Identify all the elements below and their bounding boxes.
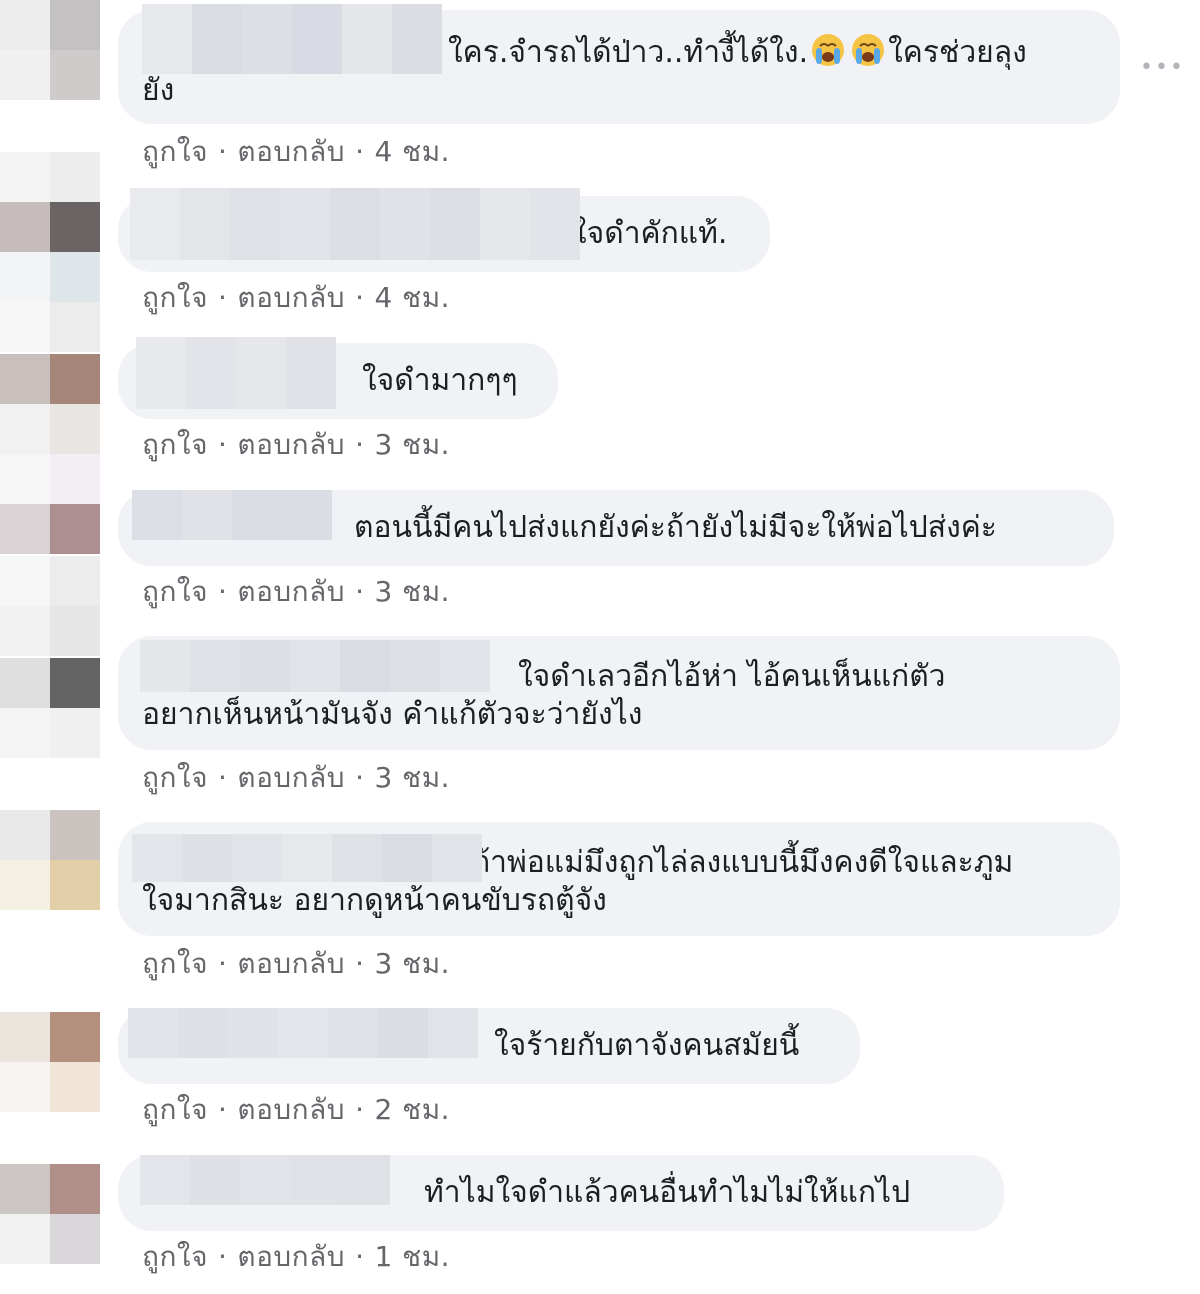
avatar[interactable] bbox=[0, 810, 100, 910]
comment-bubble: ใจดำเลวอีกไอ้ห่า ไอ้คนเห็นแก่ตัว อยากเห็… bbox=[118, 636, 1120, 750]
like-link[interactable]: ถูกใจ bbox=[142, 1235, 208, 1279]
avatar[interactable] bbox=[0, 1012, 100, 1112]
comment-timestamp[interactable]: 3 ชม. bbox=[374, 756, 450, 800]
commenter-name-redacted[interactable] bbox=[128, 1008, 478, 1058]
comment-actions: ถูกใจ · ตอบกลับ · 3 ชม. bbox=[142, 570, 450, 614]
like-link[interactable]: ถูกใจ bbox=[142, 570, 208, 614]
comment-bubble: ใคร.จำรถได้ป่าว..ทำงี้ได้ใง. ใครช่วยลุง ย… bbox=[118, 4, 1120, 124]
comment-actions: ถูกใจ · ตอบกลับ · 4 ชม. bbox=[142, 276, 450, 320]
reply-link[interactable]: ตอบกลับ bbox=[237, 1235, 345, 1279]
comment: ใคร.จำรถได้ป่าว..ทำงี้ได้ใง. ใครช่วยลุง ย… bbox=[118, 4, 1120, 168]
commenter-name-redacted[interactable] bbox=[132, 834, 482, 882]
comment-actions: ถูกใจ · ตอบกลับ · 4 ชม. bbox=[142, 130, 450, 174]
avatar[interactable] bbox=[0, 0, 100, 100]
avatar[interactable] bbox=[0, 454, 100, 554]
comment-timestamp[interactable]: 2 ชม. bbox=[374, 1088, 450, 1132]
comment-text-line2: อยากเห็นหน้ามันจัง คำแก้ตัวจะว่ายังไง bbox=[142, 697, 643, 732]
like-link[interactable]: ถูกใจ bbox=[142, 130, 208, 174]
comment: ใจดำคักแท้. ถูกใจ · ตอบกลับ · 4 ชม. bbox=[118, 188, 770, 314]
avatar-column bbox=[0, 0, 100, 1294]
reply-link[interactable]: ตอบกลับ bbox=[237, 423, 345, 467]
comment-bubble: ใจดำคักแท้. bbox=[118, 188, 770, 272]
like-link[interactable]: ถูกใจ bbox=[142, 423, 208, 467]
avatar[interactable] bbox=[0, 658, 100, 758]
commenter-name-redacted[interactable] bbox=[140, 640, 490, 692]
commenter-name-redacted[interactable] bbox=[130, 188, 580, 260]
comment-timestamp[interactable]: 3 ชม. bbox=[374, 942, 450, 986]
like-link[interactable]: ถูกใจ bbox=[142, 942, 208, 986]
more-options-button[interactable]: ••• bbox=[1140, 56, 1183, 80]
loudly-crying-face-icon bbox=[812, 34, 845, 66]
reply-link[interactable]: ตอบกลับ bbox=[237, 276, 345, 320]
comment-bubble: ใจร้ายกับตาจังคนสมัยนี้ bbox=[118, 1008, 860, 1084]
reply-link[interactable]: ตอบกลับ bbox=[237, 1088, 345, 1132]
comment-actions: ถูกใจ · ตอบกลับ · 3 ชม. bbox=[142, 756, 450, 800]
comment: ทำไมใจดำแล้วคนอื่นทำไมไม่ให้แกไป ถูกใจ · ต… bbox=[118, 1155, 1004, 1273]
comment-text-line2: ใจมากสินะ อยากดูหน้าคนขับรถตู้จัง bbox=[142, 883, 607, 918]
like-link[interactable]: ถูกใจ bbox=[142, 756, 208, 800]
comment: ใจดำเลวอีกไอ้ห่า ไอ้คนเห็นแก่ตัว อยากเห็… bbox=[118, 636, 1120, 794]
comment-actions: ถูกใจ · ตอบกลับ · 3 ชม. bbox=[142, 942, 450, 986]
avatar[interactable] bbox=[0, 152, 100, 252]
comment-timestamp[interactable]: 4 ชม. bbox=[374, 276, 450, 320]
avatar[interactable] bbox=[0, 1164, 100, 1264]
comment-bubble: ใจดำมากๆๆ bbox=[118, 337, 558, 419]
comment: ตอนนี้มีคนไปส่งแกยังค่ะถ้ายังไม่มีจะให้พ… bbox=[118, 490, 1114, 608]
comment-bubble: ถ้าพ่อแม่มึงถูกไล่ลงแบบนี้มึงคงดีใจและภู… bbox=[118, 822, 1120, 936]
reply-link[interactable]: ตอบกลับ bbox=[237, 130, 345, 174]
comment-timestamp[interactable]: 4 ชม. bbox=[374, 130, 450, 174]
loudly-crying-face-icon bbox=[852, 34, 885, 66]
avatar[interactable] bbox=[0, 556, 100, 656]
commenter-name-redacted[interactable] bbox=[142, 4, 442, 74]
commenter-name-redacted[interactable] bbox=[132, 490, 332, 540]
like-link[interactable]: ถูกใจ bbox=[142, 276, 208, 320]
comment: ถ้าพ่อแม่มึงถูกไล่ลงแบบนี้มึงคงดีใจและภู… bbox=[118, 822, 1120, 980]
commenter-name-redacted[interactable] bbox=[136, 337, 336, 409]
comment-bubble: ทำไมใจดำแล้วคนอื่นทำไมไม่ให้แกไป bbox=[118, 1155, 1004, 1231]
comment-timestamp[interactable]: 3 ชม. bbox=[374, 570, 450, 614]
avatar[interactable] bbox=[0, 252, 100, 352]
comment-bubble: ตอนนี้มีคนไปส่งแกยังค่ะถ้ายังไม่มีจะให้พ… bbox=[118, 490, 1114, 566]
comment-text-line2: ยัง bbox=[142, 73, 175, 108]
comment: ใจร้ายกับตาจังคนสมัยนี้ ถูกใจ · ตอบกลับ · 2 … bbox=[118, 1008, 860, 1126]
avatar[interactable] bbox=[0, 354, 100, 454]
commenter-name-redacted[interactable] bbox=[140, 1155, 390, 1205]
comment-actions: ถูกใจ · ตอบกลับ · 2 ชม. bbox=[142, 1088, 450, 1132]
comment-timestamp[interactable]: 1 ชม. bbox=[374, 1235, 450, 1279]
comment-actions: ถูกใจ · ตอบกลับ · 1 ชม. bbox=[142, 1235, 450, 1279]
like-link[interactable]: ถูกใจ bbox=[142, 1088, 208, 1132]
comment: ใจดำมากๆๆ ถูกใจ · ตอบกลับ · 3 ชม. bbox=[118, 337, 558, 461]
reply-link[interactable]: ตอบกลับ bbox=[237, 570, 345, 614]
reply-link[interactable]: ตอบกลับ bbox=[237, 756, 345, 800]
reply-link[interactable]: ตอบกลับ bbox=[237, 942, 345, 986]
comment-actions: ถูกใจ · ตอบกลับ · 3 ชม. bbox=[142, 423, 450, 467]
comment-timestamp[interactable]: 3 ชม. bbox=[374, 423, 450, 467]
